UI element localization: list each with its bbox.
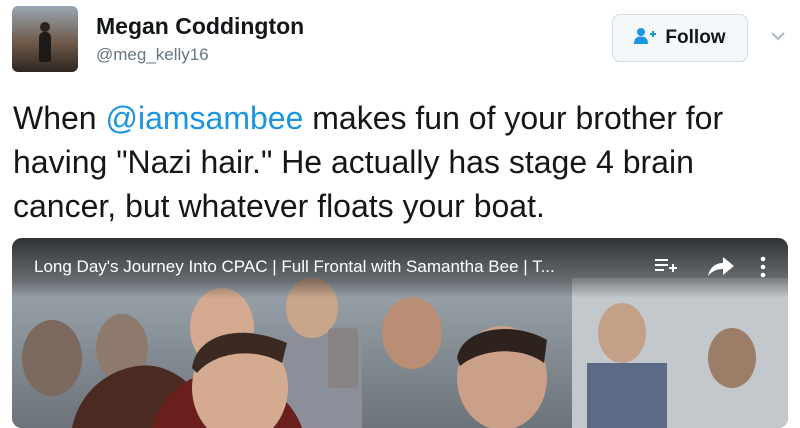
- avatar[interactable]: [12, 6, 78, 72]
- video-player[interactable]: Long Day's Journey Into CPAC | Full Fron…: [12, 238, 788, 428]
- avatar-figure: [39, 32, 51, 62]
- user-name[interactable]: Megan Coddington: [96, 13, 304, 40]
- add-user-icon: [634, 27, 657, 50]
- follow-label: Follow: [665, 27, 726, 48]
- mention-link[interactable]: @iamsambee: [105, 100, 303, 136]
- chevron-down-icon[interactable]: [770, 28, 786, 44]
- queue-icon[interactable]: [655, 256, 677, 281]
- follow-button[interactable]: Follow: [612, 14, 748, 62]
- tweet-text: When @iamsambee makes fun of your brothe…: [13, 96, 788, 228]
- video-title[interactable]: Long Day's Journey Into CPAC | Full Fron…: [34, 257, 644, 277]
- more-icon[interactable]: [760, 256, 766, 283]
- avatar-head: [40, 22, 50, 32]
- tweet-text-before: When: [13, 100, 106, 136]
- user-handle[interactable]: @meg_kelly16: [96, 45, 209, 65]
- share-icon[interactable]: [708, 256, 734, 283]
- video-title-bar: Long Day's Journey Into CPAC | Full Fron…: [12, 238, 788, 298]
